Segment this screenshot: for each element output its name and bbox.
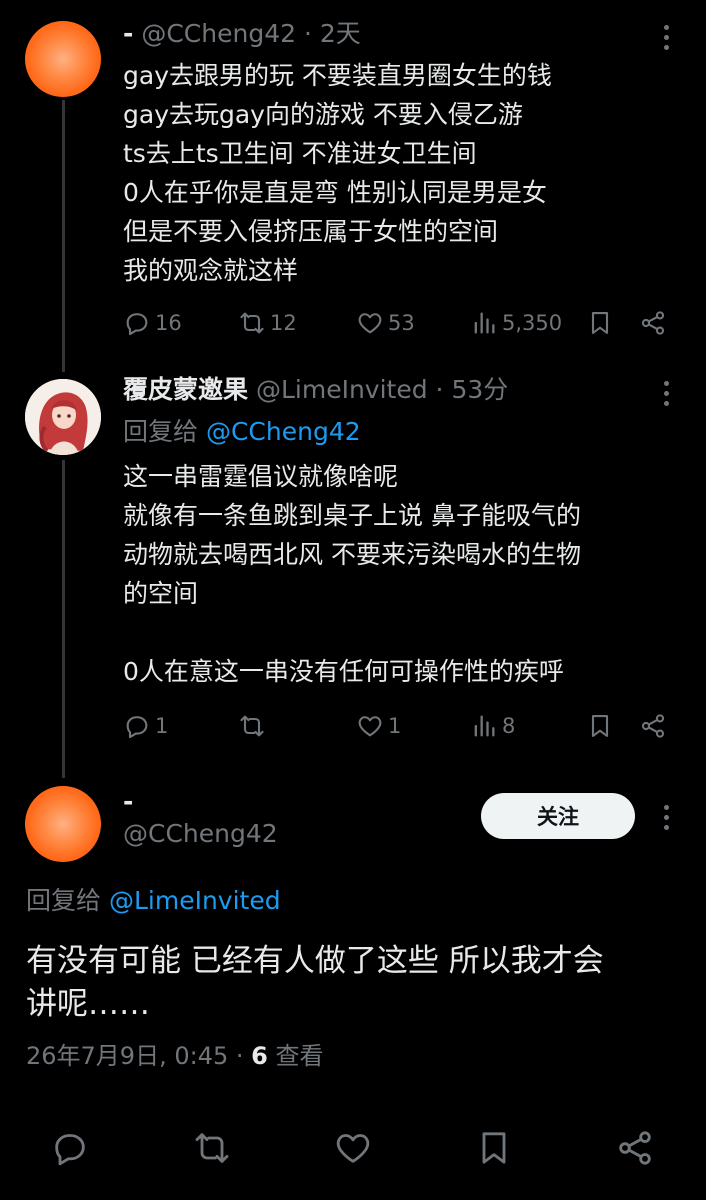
follow-button[interactable]: 关注 — [481, 793, 635, 839]
post-date[interactable]: 26年7月9日, 0:45 — [26, 1042, 228, 1070]
like-count: 1 — [388, 714, 402, 738]
post-meta: 26年7月9日, 0:45 · 6 查看 — [26, 1040, 324, 1072]
display-name[interactable]: 覆皮蒙邀果 — [123, 375, 248, 404]
timestamp[interactable]: 2天 — [320, 19, 361, 48]
reply-count: 16 — [155, 311, 182, 335]
timestamp[interactable]: 53分 — [451, 375, 508, 404]
separator-dot: · — [235, 1042, 244, 1070]
repost-button[interactable]: 12 — [238, 305, 297, 341]
reply-icon — [126, 716, 148, 739]
repost-icon — [240, 715, 264, 737]
bookmark-button[interactable] — [586, 708, 614, 744]
bookmark-button[interactable] — [474, 1128, 514, 1168]
bookmark-icon — [591, 312, 609, 334]
text-line: 讲呢…… — [26, 986, 150, 1022]
reply-to-label: 回复给 — [123, 417, 199, 446]
handle[interactable]: @LimeInvited — [256, 375, 428, 404]
action-bar: 16 12 53 5,350 — [123, 305, 668, 341]
reply-icon — [55, 1134, 85, 1166]
reply-to-handle-link[interactable]: @CCheng42 — [206, 417, 361, 446]
share-icon — [641, 311, 665, 335]
like-icon — [358, 313, 382, 334]
avatar[interactable] — [25, 379, 101, 455]
repost-icon — [195, 1133, 229, 1163]
bookmark-icon — [482, 1132, 506, 1164]
text-line: gay去跟男的玩 不要装直男圈女生的钱 — [123, 61, 552, 90]
like-button[interactable]: 1 — [356, 708, 401, 744]
repost-button[interactable] — [192, 1128, 232, 1168]
separator-dot: · — [303, 19, 312, 48]
text-line: 0人在意这一串没有任何可操作性的疾呼 — [123, 657, 564, 686]
views-count: 8 — [502, 714, 516, 738]
text-line — [123, 613, 581, 652]
reply-button[interactable]: 1 — [123, 708, 168, 744]
post-header: 覆皮蒙邀果 @LimeInvited · 53分 — [123, 374, 508, 406]
repost-button[interactable] — [238, 708, 266, 744]
reply-icon — [126, 313, 148, 336]
display-name[interactable]: - — [123, 19, 133, 48]
views-button[interactable]: 8 — [470, 708, 515, 744]
reply-to-label: 回复给 — [26, 886, 102, 915]
repost-count: 12 — [270, 311, 297, 335]
text-line: 的空间 — [123, 579, 199, 608]
views-icon — [474, 715, 495, 737]
text-line: 但是不要入侵挤压属于女性的空间 — [123, 217, 499, 246]
share-icon — [619, 1131, 651, 1165]
bookmark-icon — [591, 715, 609, 737]
thread-line — [62, 460, 65, 778]
views-icon — [474, 312, 495, 334]
reply-button[interactable] — [50, 1128, 90, 1168]
post-header: - @CCheng42 · 2天 — [123, 18, 361, 50]
share-icon — [641, 714, 665, 738]
share-button[interactable] — [615, 1128, 655, 1168]
reply-button[interactable]: 16 — [123, 305, 182, 341]
like-button[interactable]: 53 — [356, 305, 415, 341]
like-icon — [336, 1134, 370, 1163]
post-text: 有没有可能 已经有人做了这些 所以我才会 讲呢…… — [26, 940, 604, 1026]
action-bar: 1 1 8 — [123, 708, 668, 744]
more-icon[interactable] — [664, 381, 670, 411]
main-action-bar — [0, 1120, 706, 1174]
text-line: 动物就去喝西北风 不要来污染喝水的生物 — [123, 540, 581, 569]
reply-to: 回复给 @LimeInvited — [26, 885, 281, 917]
like-button[interactable] — [333, 1128, 373, 1168]
text-line: ts去上ts卫生间 不准进女卫生间 — [123, 139, 477, 168]
more-icon[interactable] — [664, 25, 670, 55]
text-line: gay去玩gay向的游戏 不要入侵乙游 — [123, 100, 523, 129]
thread-line — [62, 100, 65, 372]
more-icon[interactable] — [664, 805, 670, 835]
views-button[interactable]: 5,350 — [470, 305, 562, 341]
text-line: 0人在乎你是直是弯 性别认同是男是女 — [123, 178, 547, 207]
text-line: 我的观念就这样 — [123, 256, 299, 285]
repost-icon — [240, 312, 264, 334]
views-count: 5,350 — [502, 311, 563, 335]
handle[interactable]: @CCheng42 — [141, 19, 296, 48]
display-name[interactable]: - — [123, 786, 133, 818]
separator-dot: · — [435, 375, 444, 404]
reply-count: 1 — [155, 714, 169, 738]
bookmark-button[interactable] — [586, 305, 614, 341]
like-icon — [358, 716, 382, 737]
text-line: 这一串雷霆倡议就像啥呢 — [123, 462, 399, 491]
handle[interactable]: @CCheng42 — [123, 818, 278, 850]
reply-to-handle-link[interactable]: @LimeInvited — [109, 886, 281, 915]
post-text: 这一串雷霆倡议就像啥呢 就像有一条鱼跳到桌子上说 鼻子能吸气的 动物就去喝西北风… — [123, 457, 581, 691]
views-label: 查看 — [275, 1042, 324, 1070]
text-line: 有没有可能 已经有人做了这些 所以我才会 — [26, 943, 604, 979]
views-count: 6 — [251, 1042, 268, 1070]
share-button[interactable] — [639, 708, 667, 744]
avatar[interactable] — [25, 786, 101, 862]
reply-to: 回复给 @CCheng42 — [123, 416, 361, 448]
text-line: 就像有一条鱼跳到桌子上说 鼻子能吸气的 — [123, 501, 581, 530]
post-text: gay去跟男的玩 不要装直男圈女生的钱 gay去玩gay向的游戏 不要入侵乙游 … — [123, 56, 552, 290]
share-button[interactable] — [639, 305, 667, 341]
avatar[interactable] — [25, 21, 101, 97]
like-count: 53 — [388, 311, 415, 335]
anime-girl-avatar-image — [25, 379, 101, 455]
